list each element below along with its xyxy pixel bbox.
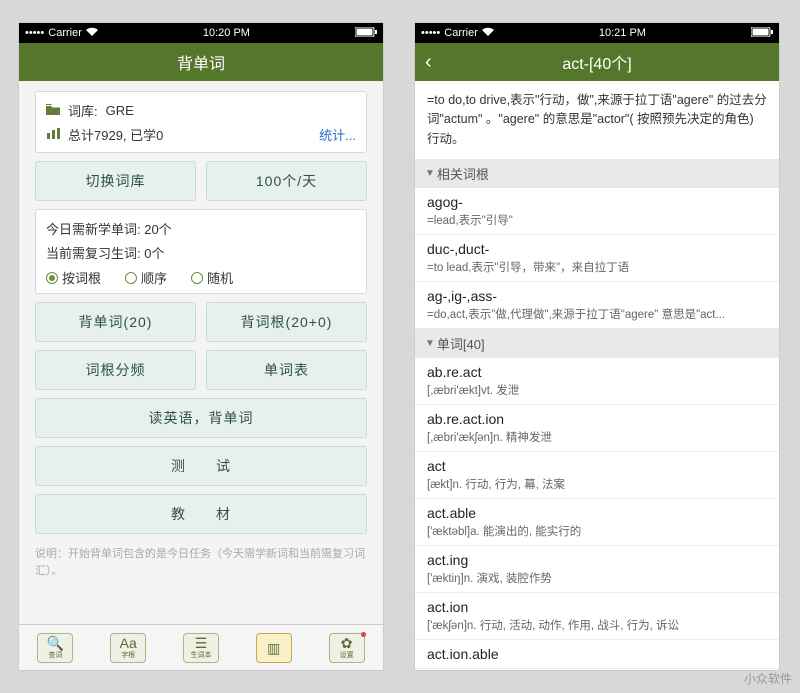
wifi-icon [482,27,494,39]
radio-random[interactable]: 随机 [191,268,233,287]
word-meaning: ['æktəbl]a. 能演出的, 能实行的 [427,523,767,539]
battery-icon [355,27,377,40]
battery-icon [751,27,773,40]
word-name: ab.re.act.ion [427,411,767,427]
root-meaning: =lead,表示"引导" [427,212,767,228]
list-item[interactable]: duc-,duct- =to lead,表示"引导，带来"，来自拉丁语 [415,235,779,282]
list-item[interactable]: act.ion ['ækʃən]n. 行动, 活动, 动作, 作用, 战斗, 行为… [415,593,779,640]
word-meaning: [ækt]n. 行动, 行为, 幕, 法案 [427,476,767,492]
page-title: act-[40个] [562,50,631,74]
read-english-button[interactable]: 读英语，背单词 [35,398,367,438]
new-words-label: 今日需新学单词: 20个 [46,219,172,238]
nav-bar: ‹ act-[40个] [415,43,779,81]
word-name: act.ing [427,552,767,568]
root-frequency-button[interactable]: 词根分频 [35,350,196,390]
tab-wordbook[interactable]: ☰生词本 [183,633,219,663]
study-words-button[interactable]: 背单词(20) [35,302,196,342]
word-list-button[interactable]: 单词表 [206,350,367,390]
word-name: act.ion.able [427,646,767,662]
study-plan-card: 今日需新学单词: 20个 当前需复习生词: 0个 按词根 顺序 随机 [35,209,367,294]
status-bar: ••••• Carrier 10:20 PM [19,23,383,43]
nav-bar: 背单词 [19,43,383,81]
list-item[interactable]: ab.re.act.ion [,æbri'ækʃən]n. 精神发泄 [415,405,779,452]
root-name: agog- [427,194,767,210]
root-name: duc-,duct- [427,241,767,257]
word-name: act.ion [427,599,767,615]
library-card: 词库: GRE 总计7929, 已学0 统计... [35,91,367,153]
switch-library-button[interactable]: 切换词库 [35,161,196,201]
root-name: ag-,ig-,ass- [427,288,767,304]
signal-icon: ••••• [25,27,44,39]
status-bar: ••••• Carrier 10:21 PM [415,23,779,43]
tab-dictionary[interactable]: 🔍查词 [37,633,73,663]
disclosure-icon: ▼ [425,168,435,179]
time-label: 10:21 PM [599,27,646,39]
radio-by-root[interactable]: 按词根 [46,268,101,287]
daily-count-button[interactable]: 100个/天 [206,161,367,201]
word-meaning: [,æbri'ækt]vt. 发泄 [427,382,767,398]
study-roots-button[interactable]: 背词根(20+0) [206,302,367,342]
list-item[interactable]: ag-,ig-,ass- =do,act,表示"做,代理做",来源于拉丁语"age… [415,282,779,329]
word-meaning: ['æktiŋ]n. 演戏, 装腔作势 [427,570,767,586]
list-item[interactable]: agog- =lead,表示"引导" [415,188,779,235]
list-item[interactable]: act.ing ['æktiŋ]n. 演戏, 装腔作势 [415,546,779,593]
tab-roots[interactable]: Aa字根 [110,633,146,663]
list-item[interactable]: act.able ['æktəbl]a. 能演出的, 能实行的 [415,499,779,546]
word-meaning: [,æbri'ækʃən]n. 精神发泄 [427,429,767,445]
time-label: 10:20 PM [203,27,250,39]
library-value: GRE [106,103,134,118]
textbook-button[interactable]: 教 材 [35,494,367,534]
signal-icon: ••••• [421,27,440,39]
library-label: 词库: [68,101,98,120]
review-words-label: 当前需复习生词: 0个 [46,243,164,262]
word-name: act.able [427,505,767,521]
root-description: =to do,to drive,表示"行动，做",来源于拉丁语"agere" 的… [415,81,779,159]
back-button[interactable]: ‹ [425,51,432,74]
page-title: 背单词 [177,50,225,74]
carrier-label: Carrier [444,27,478,39]
chart-icon [46,127,60,142]
word-meaning: ['ækʃən]n. 行动, 活动, 动作, 作用, 战斗, 行为, 诉讼 [427,617,767,633]
watermark: 小众软件 [744,670,792,687]
phone-left: ••••• Carrier 10:20 PM 背单词 词库: GRE [18,22,384,671]
word-name: act [427,458,767,474]
folder-icon [46,103,60,118]
stats-link[interactable]: 统计... [319,125,356,144]
phone-right: ••••• Carrier 10:21 PM ‹ act-[40个] =to d… [414,22,780,671]
word-name: ab.re.act [427,364,767,380]
wifi-icon [86,27,98,39]
section-words[interactable]: ▼单词[40] [415,329,779,358]
footer-note: 说明：开始背单词包含的是今日任务（今天需学新词和当前需复习词汇）。 [35,546,367,579]
stats-text: 总计7929, 已学0 [68,125,163,144]
list-item[interactable]: act.ion.able [415,640,779,669]
list-item[interactable]: act [ækt]n. 行动, 行为, 幕, 法案 [415,452,779,499]
tab-study[interactable]: ▥ [256,633,292,663]
carrier-label: Carrier [48,27,82,39]
root-meaning: =do,act,表示"做,代理做",来源于拉丁语"agere" 意思是"act.… [427,306,767,322]
section-related-roots[interactable]: ▼相关词根 [415,159,779,188]
disclosure-icon: ▼ [425,338,435,349]
root-meaning: =to lead,表示"引导，带来"，来自拉丁语 [427,259,767,275]
radio-order[interactable]: 顺序 [125,268,167,287]
tab-bar: 🔍查词 Aa字根 ☰生词本 ▥ ✿设置 [19,624,383,670]
test-button[interactable]: 测 试 [35,446,367,486]
list-item[interactable]: ab.re.act [,æbri'ækt]vt. 发泄 [415,358,779,405]
tab-settings[interactable]: ✿设置 [329,633,365,663]
